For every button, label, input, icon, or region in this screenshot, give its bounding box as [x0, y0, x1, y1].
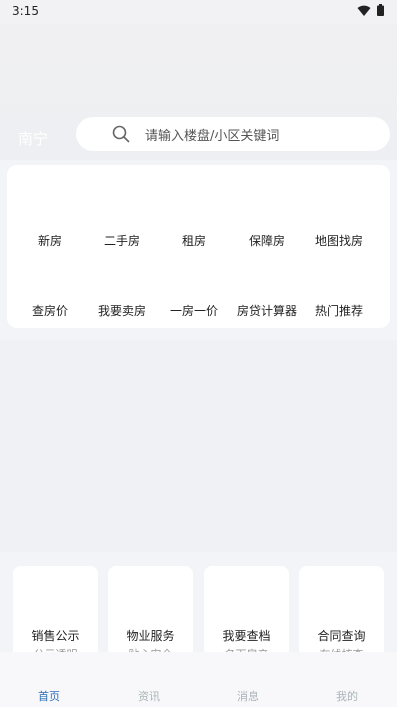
service-title: 物业服务 — [126, 629, 175, 643]
battery-icon — [377, 4, 384, 16]
menu-item-map-search[interactable]: 地图找房 — [301, 232, 377, 249]
wifi-icon — [357, 5, 371, 16]
service-card-property-service[interactable]: 物业服务 贴心安全 — [108, 566, 193, 662]
search-icon — [112, 125, 130, 143]
menu-item-sell-house[interactable]: 我要卖房 — [84, 302, 160, 319]
menu-item-hot-picks[interactable]: 热门推荐 — [301, 302, 377, 319]
service-card-sales-notice[interactable]: 销售公示 公示透明 — [13, 566, 98, 662]
service-title: 我要查档 — [222, 629, 271, 643]
service-title: 销售公示 — [31, 629, 80, 643]
menu-item-new-house[interactable]: 新房 — [12, 232, 88, 249]
search-placeholder: 请输入楼盘/小区关键词 — [145, 129, 280, 144]
service-title: 合同查询 — [317, 629, 366, 643]
status-time: 3:15 — [12, 4, 39, 18]
status-bar: 3:15 — [0, 0, 397, 24]
menu-item-loan-calc[interactable]: 房贷计算器 — [229, 302, 305, 319]
tab-messages[interactable]: 消息 — [218, 688, 278, 704]
search-input[interactable]: 请输入楼盘/小区关键词 — [76, 117, 390, 151]
service-card-records[interactable]: 我要查档 名下房产 — [204, 566, 289, 662]
service-card-contract-query[interactable]: 合同查询 在线核查 — [299, 566, 384, 662]
tab-profile[interactable]: 我的 — [317, 688, 377, 704]
banner-area — [0, 340, 397, 552]
bottom-nav: 首页 资讯 消息 我的 — [0, 652, 397, 707]
menu-grid: 新房 二手房 租房 保障房 地图找房 查房价 我要卖房 一房一价 房贷计算器 热… — [7, 165, 390, 328]
city-selector[interactable]: 南宁 — [18, 128, 48, 149]
menu-item-second-hand[interactable]: 二手房 — [84, 232, 160, 249]
menu-item-one-price[interactable]: 一房一价 — [156, 302, 232, 319]
tab-news[interactable]: 资讯 — [119, 688, 179, 704]
tab-home[interactable]: 首页 — [19, 688, 79, 704]
menu-item-affordable[interactable]: 保障房 — [229, 232, 305, 249]
menu-item-rent[interactable]: 租房 — [156, 232, 232, 249]
menu-item-check-price[interactable]: 查房价 — [12, 302, 88, 319]
